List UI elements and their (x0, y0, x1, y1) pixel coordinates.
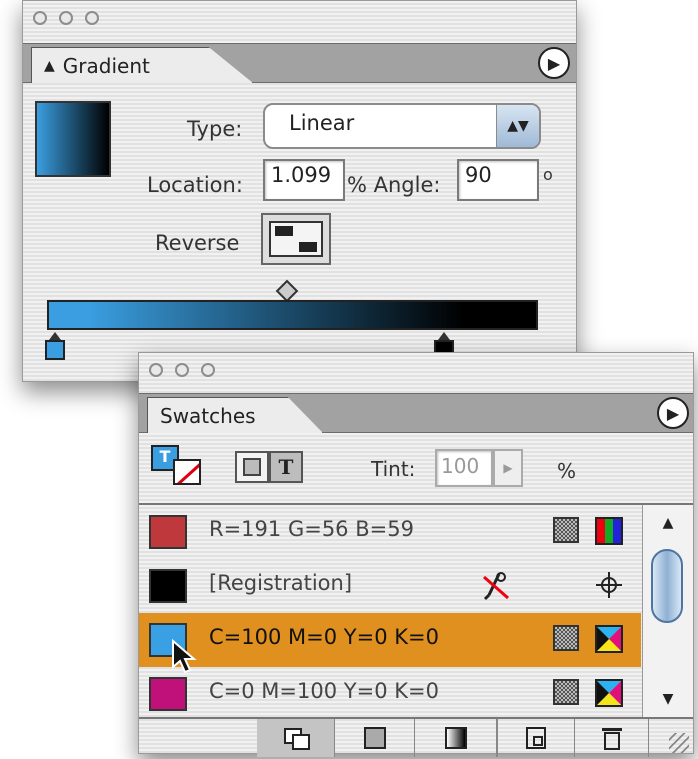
reverse-button[interactable] (261, 213, 331, 265)
tab-gradient-label: Gradient (62, 53, 150, 78)
type-label: Type: (187, 117, 243, 141)
registration-icon (595, 571, 623, 599)
process-color-icon (553, 625, 579, 651)
show-gradient-swatches-button[interactable] (415, 719, 497, 757)
angle-input[interactable]: 90 (457, 159, 539, 201)
swatch-name: [Registration] (209, 571, 353, 595)
gradient-square-icon (444, 727, 467, 749)
scroll-up-arrow-icon[interactable]: ▲ (643, 515, 693, 531)
midpoint-diamond[interactable] (275, 279, 299, 303)
close-button[interactable] (33, 11, 47, 25)
square-icon (243, 458, 261, 476)
swatch-list: R=191 G=56 B=59 [Registration] C=100 M=0… (139, 503, 693, 719)
tint-input[interactable]: 100 (435, 449, 493, 487)
show-color-swatches-button[interactable] (335, 719, 415, 757)
tint-unit: % (557, 459, 577, 483)
play-arrow-icon: ▶ (547, 53, 561, 73)
text-toggle-button[interactable]: T (269, 451, 303, 483)
tint-label: Tint: (371, 457, 416, 481)
swatch-chip (149, 677, 187, 711)
delete-swatch-button[interactable] (575, 719, 649, 757)
resize-grip-icon[interactable] (669, 733, 689, 753)
gradient-panel: ▲ Gradient ▶ Type: Linear ▲▼ Location: 1… (22, 0, 577, 382)
gradient-start-stop[interactable] (45, 332, 65, 360)
list-item-selected[interactable]: C=100 M=0 Y=0 K=0 (139, 613, 641, 674)
new-swatch-button[interactable] (497, 719, 575, 757)
scroll-down-arrow-icon[interactable]: ▼ (643, 691, 693, 707)
swatch-name: C=100 M=0 Y=0 K=0 (209, 625, 439, 649)
reverse-label: Reverse (155, 231, 240, 255)
location-input[interactable]: 1.099 (263, 159, 345, 201)
zoom-button[interactable] (201, 363, 215, 377)
no-edit-icon (481, 571, 511, 601)
panel-menu-button[interactable]: ▶ (538, 47, 570, 79)
scrollbar[interactable]: ▲ ▼ (642, 505, 693, 719)
swatches-tab-bar: Swatches ▶ (139, 393, 693, 433)
new-page-icon (526, 727, 546, 749)
close-button[interactable] (149, 363, 163, 377)
bottom-toolbar (139, 717, 693, 757)
cmyk-icon (595, 679, 623, 707)
scroll-thumb[interactable] (651, 549, 683, 623)
tab-swatches-label: Swatches (160, 403, 256, 428)
tab-swatches[interactable]: Swatches (147, 397, 323, 433)
up-down-arrows-icon: ▲ (44, 57, 55, 74)
gradient-ramp[interactable] (47, 300, 538, 330)
container-toggle-button[interactable] (235, 451, 269, 483)
swatches-panel: Swatches ▶ T T Tint: 100 ▶ % R=191 G=56 … (138, 352, 694, 757)
swatch-name: R=191 G=56 B=59 (209, 517, 414, 541)
percent-angle-label: % Angle: (347, 173, 441, 197)
select-arrows-icon: ▲▼ (496, 105, 539, 147)
minimize-button[interactable] (175, 363, 189, 377)
list-item[interactable]: R=191 G=56 B=59 (139, 505, 641, 559)
swatch-name: C=0 M=100 Y=0 K=0 (209, 679, 439, 703)
swatch-chip (149, 569, 187, 603)
type-select-value: Linear (289, 111, 355, 135)
panel-menu-button[interactable]: ▶ (657, 397, 689, 429)
show-all-swatches-button[interactable] (257, 719, 335, 757)
trash-icon (601, 728, 622, 750)
degree-symbol: o (543, 165, 553, 184)
minimize-button[interactable] (59, 11, 73, 25)
process-color-icon (553, 517, 579, 543)
cmyk-icon (595, 625, 623, 653)
tab-gradient[interactable]: ▲ Gradient (31, 47, 253, 83)
process-color-icon (553, 679, 579, 705)
solid-square-icon (363, 727, 386, 749)
list-item[interactable]: C=0 M=100 Y=0 K=0 (139, 667, 641, 721)
rgb-icon (595, 517, 623, 545)
gradient-preview-swatch[interactable] (35, 101, 111, 177)
tint-slider-button[interactable]: ▶ (493, 449, 523, 487)
type-select[interactable]: Linear ▲▼ (263, 103, 541, 149)
overlapping-squares-icon (283, 728, 310, 750)
zoom-button[interactable] (85, 11, 99, 25)
window-controls (149, 363, 215, 377)
reverse-icon (269, 221, 323, 257)
list-item[interactable]: [Registration] (139, 559, 641, 613)
window-controls (33, 11, 99, 25)
location-label: Location: (147, 173, 243, 197)
text-icon: T (278, 455, 294, 479)
gradient-tab-bar: ▲ Gradient ▶ (23, 43, 576, 83)
play-arrow-icon: ▶ (666, 403, 680, 423)
swatch-chip (149, 515, 187, 549)
fill-stroke-icon[interactable]: T (151, 445, 207, 489)
